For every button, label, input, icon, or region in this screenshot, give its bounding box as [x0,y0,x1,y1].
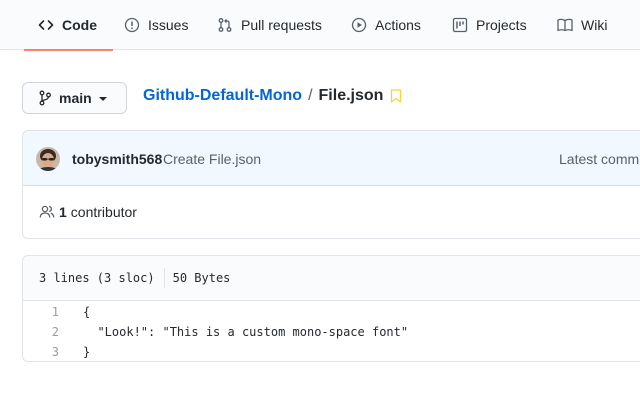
branch-label: main [59,90,92,106]
code-line: 2 "Look!": "This is a custom mono-space … [23,322,640,342]
tab-actions[interactable]: Actions [351,0,421,50]
line-content: { [83,305,91,319]
line-content: "Look!": "This is a custom mono-space fo… [83,325,409,339]
contributors-row: 1 contributor [23,186,640,239]
file-viewer: 3 lines (3 sloc) 50 Bytes 1 { 2 "Look!":… [22,255,640,362]
repo-link[interactable]: Github-Default-Mono [143,87,302,105]
code-line: 1 { [23,302,640,322]
latest-commit-link[interactable]: Latest commit [559,151,640,167]
people-icon [39,205,55,218]
tab-label: Issues [148,17,189,33]
file-size: 50 Bytes [172,271,231,285]
file-name: File.json [318,87,384,104]
pull-request-icon [218,18,232,32]
line-number[interactable]: 1 [23,305,59,319]
tab-label: Code [62,17,97,33]
bookmark-icon[interactable] [390,88,402,104]
commit-author[interactable]: tobysmith568 [72,151,162,167]
commit-header: tobysmith568 Create File.json Latest com… [23,131,640,186]
contributors-link[interactable]: 1 contributor [39,204,137,220]
tab-wiki[interactable]: Wiki [557,0,607,50]
file-header: 3 lines (3 sloc) 50 Bytes [23,256,640,301]
breadcrumb: Github-Default-Mono / File.json [143,85,402,107]
commit-message[interactable]: Create File.json [163,151,261,167]
latest-commit-box: tobysmith568 Create File.json Latest com… [22,130,640,239]
branch-selector-button[interactable]: main [22,82,127,114]
contributor-count: 1 [59,204,67,220]
line-number[interactable]: 3 [23,345,59,359]
tab-label: Actions [375,17,421,33]
file-lines-info: 3 lines (3 sloc) [39,271,155,285]
divider [163,268,165,288]
line-number[interactable]: 2 [23,325,59,339]
repo-nav: Code Issues Pull requests Actions Projec… [0,0,640,51]
contributor-label: contributor [70,204,137,220]
code-icon [38,20,54,30]
tab-label: Pull requests [241,17,322,33]
code-body: 1 { 2 "Look!": "This is a custom mono-sp… [23,301,640,362]
play-icon [351,17,367,33]
tab-projects[interactable]: Projects [452,0,527,50]
tab-label: Wiki [581,17,608,33]
tab-code[interactable]: Code [24,0,113,51]
issue-icon [124,17,140,33]
avatar[interactable] [36,147,60,171]
line-content: } [83,345,91,359]
code-line: 3 } [23,342,640,362]
tab-pull-requests[interactable]: Pull requests [217,0,322,50]
branch-icon [39,90,51,106]
book-icon [557,18,573,32]
project-icon [452,17,468,33]
chevron-down-icon [98,97,107,101]
tab-issues[interactable]: Issues [124,0,188,50]
tab-label: Projects [476,17,527,33]
breadcrumb-separator: / [308,87,313,104]
